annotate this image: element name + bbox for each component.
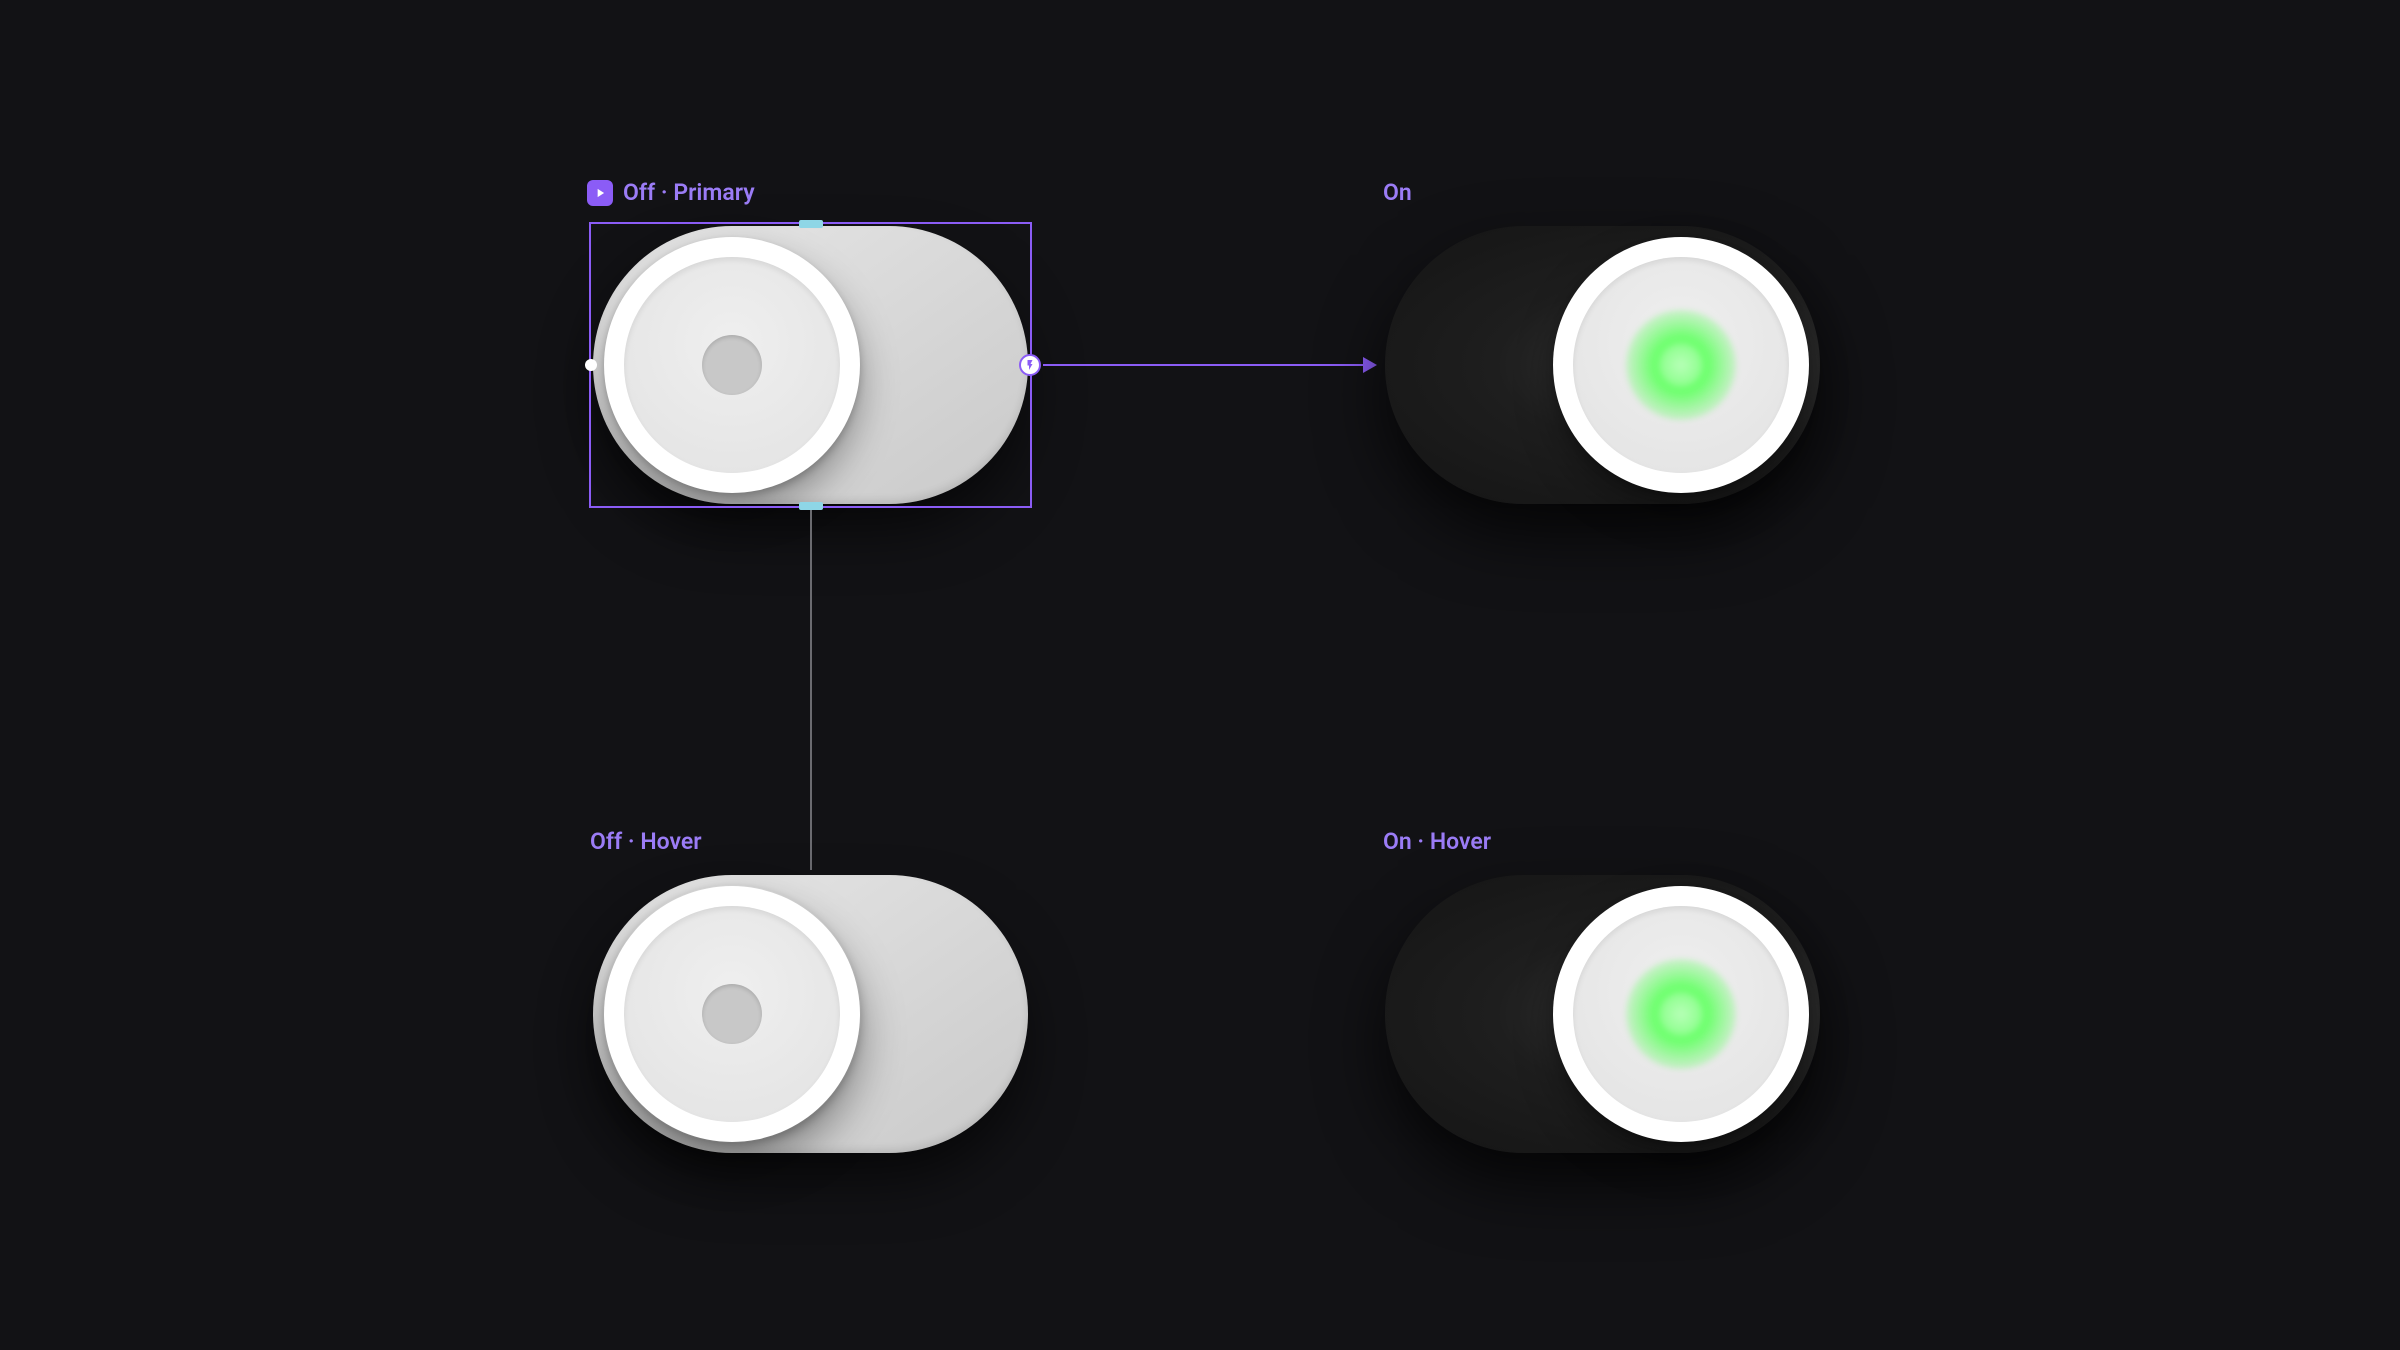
variant-label-text: On	[1383, 179, 1412, 206]
variant-label-on-hover: On · Hover	[1383, 828, 1491, 855]
variant-connector-vertical	[810, 510, 812, 870]
toggle-on[interactable]	[1385, 226, 1820, 504]
toggle-off-hover[interactable]	[593, 875, 1028, 1153]
knob-indicator-on	[1626, 959, 1736, 1069]
toggle-knob[interactable]	[604, 886, 860, 1142]
prototype-canvas[interactable]: Off · Primary On Off · Hover On · Hover	[0, 0, 2400, 1350]
variant-label-text: On · Hover	[1383, 828, 1491, 855]
variant-label-off-primary: Off · Primary	[587, 179, 755, 206]
toggle-knob[interactable]	[604, 237, 860, 493]
variant-label-on: On	[1383, 179, 1412, 206]
toggle-knob[interactable]	[1553, 886, 1809, 1142]
knob-indicator-off	[702, 984, 762, 1044]
interaction-arrow-head	[1363, 357, 1377, 373]
component-play-icon	[587, 180, 613, 206]
toggle-on-hover[interactable]	[1385, 875, 1820, 1153]
toggle-knob[interactable]	[1553, 237, 1809, 493]
knob-indicator-off	[702, 335, 762, 395]
variant-label-off-hover: Off · Hover	[590, 828, 702, 855]
interaction-arrow-line[interactable]	[1043, 364, 1363, 366]
variant-label-text: Off · Primary	[623, 179, 755, 206]
knob-indicator-on	[1626, 310, 1736, 420]
variant-label-text: Off · Hover	[590, 828, 702, 855]
toggle-off-primary[interactable]	[593, 226, 1028, 504]
